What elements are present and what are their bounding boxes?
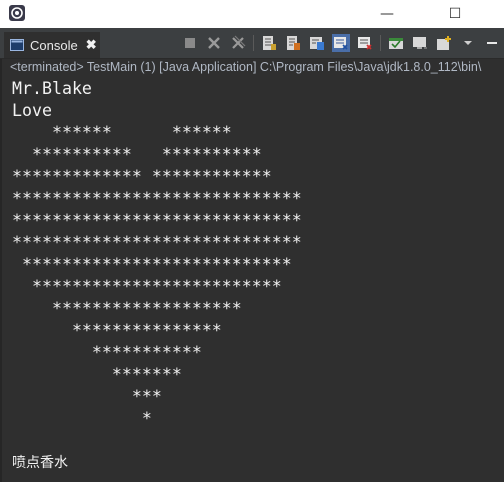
minimize-view-icon[interactable] bbox=[483, 34, 501, 52]
console-output-line bbox=[12, 430, 302, 452]
terminate-icon[interactable] bbox=[181, 34, 199, 52]
console-output-text: Mr.Blake Love ****** ****** ********** **… bbox=[12, 78, 302, 474]
open-console-icon[interactable] bbox=[411, 34, 429, 52]
console-toolbar bbox=[178, 32, 504, 54]
console-output-line: ************* ************ bbox=[12, 167, 272, 186]
title-bar: — ☐ bbox=[0, 0, 504, 28]
console-output-line: *************************** bbox=[12, 255, 292, 274]
tab-console-label: Console bbox=[30, 37, 78, 53]
toolbar-separator bbox=[253, 35, 254, 51]
console-output-line: ******************* bbox=[12, 299, 242, 318]
console-output-line: * bbox=[12, 409, 152, 428]
console-output-line: ************************* bbox=[12, 277, 282, 296]
display-selected-console-icon[interactable] bbox=[387, 34, 405, 52]
console-output-area[interactable]: <terminated> TestMain (1) [Java Applicat… bbox=[0, 59, 504, 482]
console-output-line: ***************************** bbox=[12, 211, 302, 230]
console-output-line: ***************************** bbox=[12, 189, 302, 208]
console-output-line: ***************************** bbox=[12, 233, 302, 252]
console-output-line: 喷点香水 bbox=[12, 455, 68, 471]
close-icon[interactable]: ✖ bbox=[86, 37, 97, 53]
show-on-error-icon[interactable] bbox=[332, 34, 350, 52]
console-output-line: *************** bbox=[12, 321, 222, 340]
console-output-line: Mr.Blake bbox=[12, 79, 92, 98]
view-menu-chevron-down-icon[interactable] bbox=[459, 34, 477, 52]
new-console-icon[interactable] bbox=[435, 34, 453, 52]
console-output-line: ****** ****** bbox=[12, 123, 232, 142]
pin-console-icon[interactable] bbox=[356, 34, 374, 52]
remove-launch-icon[interactable] bbox=[205, 34, 223, 52]
view-tab-bar: Console ✖ bbox=[0, 28, 504, 59]
eclipse-window: — ☐ Console ✖ <terminated> TestMain (1) … bbox=[0, 0, 504, 482]
maximize-button[interactable]: ☐ bbox=[432, 0, 478, 28]
console-output-line: *********** bbox=[12, 343, 202, 362]
eclipse-app-icon bbox=[9, 5, 25, 21]
console-output-line: ********** ********** bbox=[12, 145, 262, 164]
remove-all-terminated-icon[interactable] bbox=[229, 34, 247, 52]
minimize-button[interactable]: — bbox=[364, 0, 410, 28]
console-output-line: *** bbox=[12, 387, 162, 406]
console-status-line: <terminated> TestMain (1) [Java Applicat… bbox=[10, 60, 482, 74]
toolbar-separator bbox=[380, 35, 381, 51]
show-on-output-icon[interactable] bbox=[308, 34, 326, 52]
scroll-lock-icon[interactable] bbox=[260, 34, 278, 52]
console-output-line: ******* bbox=[12, 365, 182, 384]
console-icon bbox=[10, 39, 24, 51]
word-wrap-icon[interactable] bbox=[284, 34, 302, 52]
tab-console[interactable]: Console ✖ bbox=[4, 32, 100, 58]
console-output-line: Love bbox=[12, 101, 52, 120]
